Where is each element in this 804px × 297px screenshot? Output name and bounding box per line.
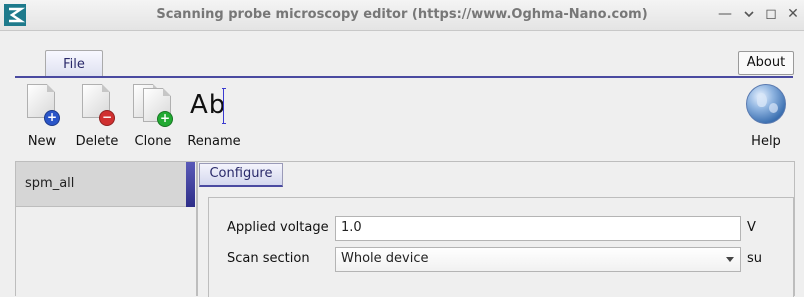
clone-button-label: Clone <box>134 134 172 149</box>
tab-configure[interactable]: Configure <box>199 163 283 187</box>
close-button[interactable]: ✕ <box>785 6 801 22</box>
delete-button-label: Delete <box>75 134 119 149</box>
rename-button-label: Rename <box>187 134 241 149</box>
list-item[interactable]: spm_all <box>16 162 195 207</box>
delete-button[interactable]: − Delete <box>74 84 120 150</box>
chevron-down-icon <box>744 11 754 18</box>
minimize-button[interactable]: — <box>717 6 733 22</box>
window-title: Scanning probe microscopy editor (https:… <box>156 7 648 22</box>
help-button-label: Help <box>751 134 781 149</box>
help-button[interactable]: Help <box>744 84 788 150</box>
ribbon-tab-row: File <box>15 50 793 77</box>
clone-button[interactable]: + Clone <box>131 84 175 150</box>
restore-button[interactable]: ◻ <box>763 6 779 22</box>
new-button[interactable]: + New <box>22 84 62 150</box>
scan-section-unit: su <box>747 251 763 266</box>
new-button-label: New <box>27 134 57 149</box>
applied-voltage-value: 1.0 <box>341 220 362 235</box>
rename-glyph: Ab <box>190 90 227 120</box>
selection-accent <box>186 162 195 207</box>
dropdown-arrow-icon <box>726 257 734 262</box>
tab-file[interactable]: File <box>45 50 103 77</box>
scan-section-select[interactable]: Whole device <box>335 247 741 272</box>
applied-voltage-label: Applied voltage <box>227 220 329 235</box>
spm-list: spm_all <box>15 161 197 296</box>
editor-pane: Configure Applied voltage 1.0 V Scan sec… <box>197 161 795 297</box>
minimize-alt-icon[interactable] <box>741 6 757 22</box>
text-cursor-icon <box>222 88 226 124</box>
scan-section-value: Whole device <box>341 251 429 266</box>
help-globe-icon <box>746 84 786 124</box>
list-item-label: spm_all <box>25 176 75 191</box>
rename-button[interactable]: Ab Rename <box>186 84 242 150</box>
applied-voltage-unit: V <box>747 220 756 235</box>
scan-section-label: Scan section <box>227 251 310 266</box>
ribbon-divider <box>15 76 793 78</box>
title-bar: Scanning probe microscopy editor (https:… <box>0 0 804 31</box>
configure-panel: Applied voltage 1.0 V Scan section Whole… <box>208 197 794 297</box>
applied-voltage-input[interactable]: 1.0 <box>335 216 741 241</box>
about-button[interactable]: About <box>738 51 794 75</box>
